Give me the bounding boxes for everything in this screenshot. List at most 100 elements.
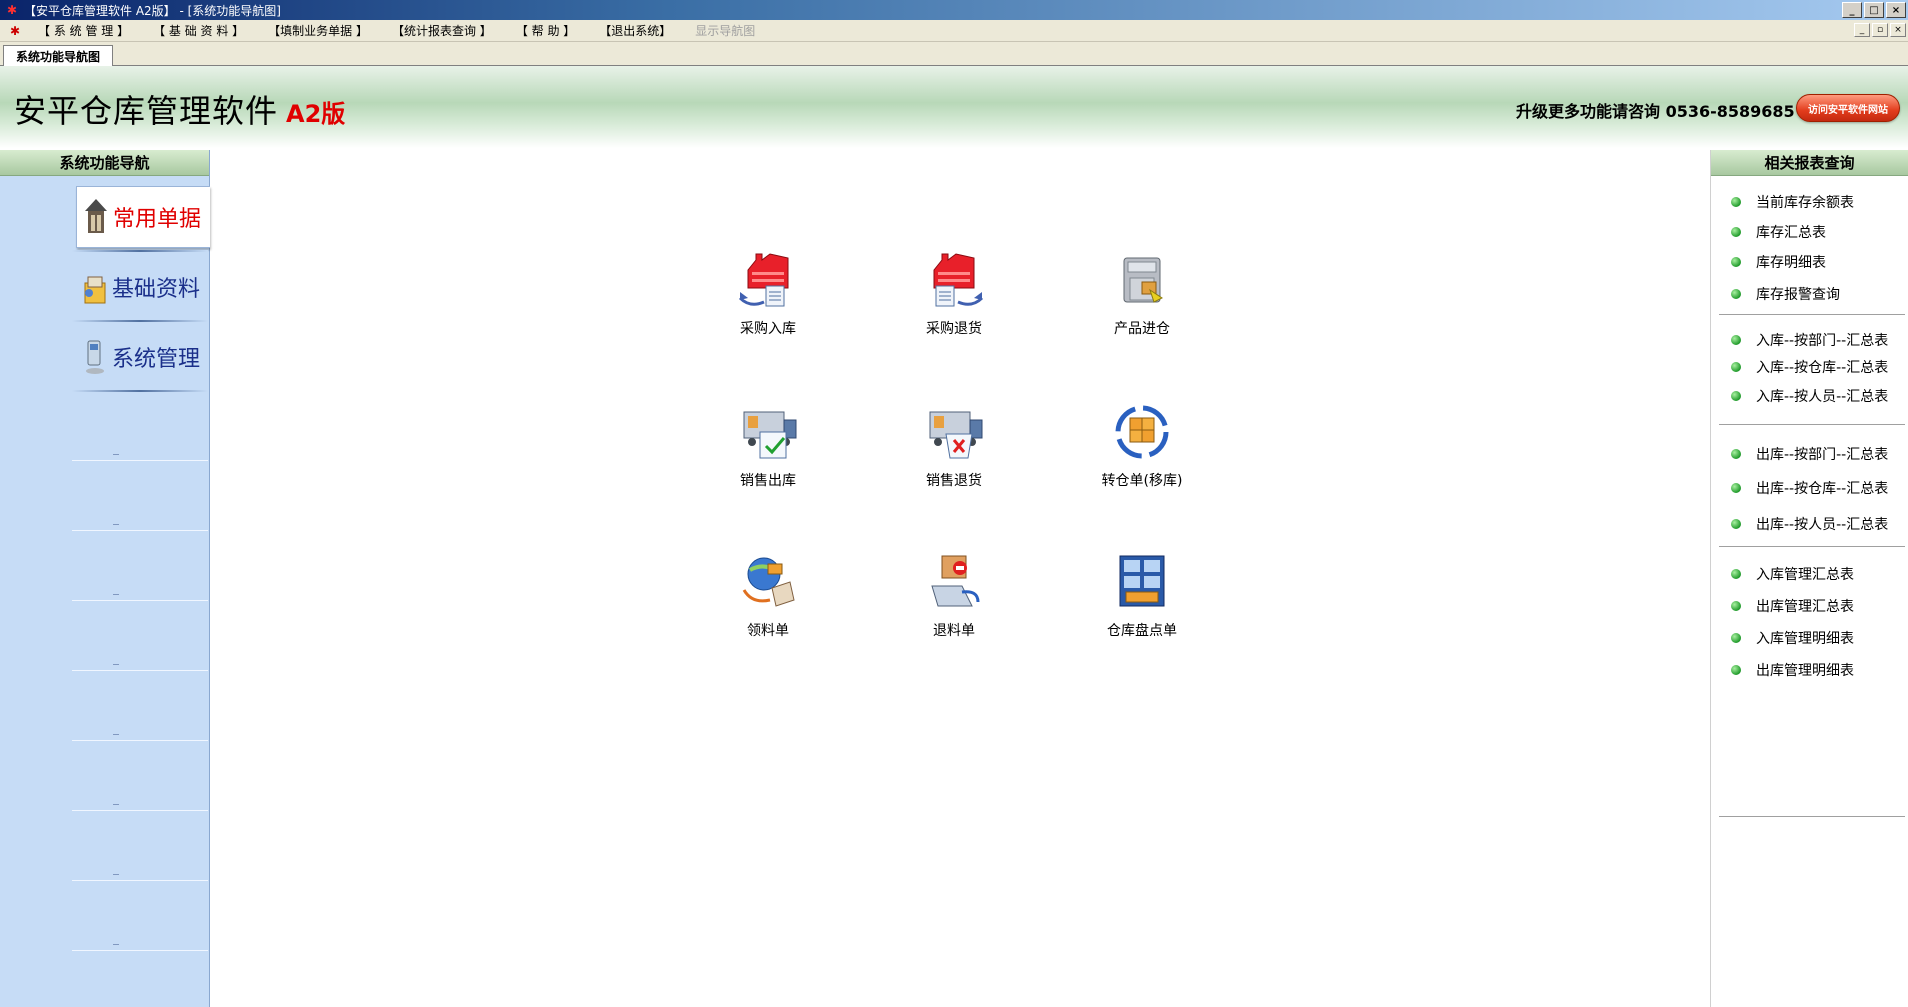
report-out-by-person[interactable]: 出库--按人员--汇总表 (1731, 514, 1888, 534)
document-menu-icon[interactable]: ✱ (4, 21, 26, 41)
nav-empty-slot (72, 600, 208, 601)
window-controls: _ □ × (1842, 2, 1906, 18)
report-stock-detail[interactable]: 库存明细表 (1731, 252, 1826, 272)
nav-item-label: 系统管理 (112, 347, 201, 372)
function-sales-out[interactable]: 销售出库 (703, 400, 833, 490)
nav-empty-slot (72, 880, 208, 881)
bullet-icon (1731, 289, 1741, 299)
nav-empty-slot (72, 950, 208, 951)
function-label: 转仓单(移库) (1101, 473, 1183, 489)
menu-help[interactable]: 【 帮 助 】 (504, 22, 587, 39)
report-label: 库存汇总表 (1756, 225, 1826, 241)
app-name: 安平仓库管理软件 (14, 92, 279, 130)
report-panel: 相关报表查询 当前库存余额表 库存汇总表 库存明细表 库存报警查询 入库--按部… (1710, 150, 1908, 1007)
material-requisition-icon (742, 557, 795, 607)
nav-slot-marker (113, 664, 119, 665)
function-label: 销售退货 (926, 473, 982, 489)
report-label: 当前库存余额表 (1756, 195, 1854, 211)
report-current-stock-balance[interactable]: 当前库存余额表 (1731, 192, 1854, 212)
computer-icon (86, 340, 104, 374)
report-out-by-warehouse[interactable]: 出库--按仓库--汇总表 (1731, 478, 1888, 498)
function-sales-return[interactable]: 销售退货 (889, 400, 1019, 490)
function-purchase-in[interactable]: 采购入库 (703, 248, 833, 338)
maximize-button[interactable]: □ (1864, 2, 1884, 18)
mdi-controls: _ ▫ × (1854, 23, 1906, 37)
report-stock-alert[interactable]: 库存报警查询 (1731, 284, 1840, 304)
report-label: 入库--按部门--汇总表 (1756, 333, 1889, 349)
menu-report-query[interactable]: 【统计报表查询 】 (380, 22, 504, 39)
function-stocktake[interactable]: 仓库盘点单 (1077, 550, 1207, 640)
purchase-return-icon (933, 253, 984, 307)
function-material-requisition[interactable]: 领料单 (703, 550, 833, 640)
mdi-close-button[interactable]: × (1890, 23, 1906, 37)
nav-divider (72, 250, 208, 252)
report-label: 入库--按仓库--汇总表 (1756, 360, 1889, 376)
visit-website-button[interactable]: 访问安平软件网站 (1796, 94, 1900, 122)
nav-slot-marker (113, 524, 119, 525)
tab-strip: 系统功能导航图 (0, 42, 1908, 66)
report-label: 出库管理明细表 (1756, 663, 1854, 679)
bullet-icon (1731, 483, 1741, 493)
function-transfer[interactable]: 转仓单(移库) (1077, 400, 1207, 490)
menu-exit[interactable]: 【退出系统】 (587, 22, 683, 39)
report-stock-summary[interactable]: 库存汇总表 (1731, 222, 1826, 242)
nav-slot-marker (113, 594, 119, 595)
upgrade-hotline: 升级更多功能请咨询 0536-8589685 (1516, 102, 1795, 121)
report-out-by-department[interactable]: 出库--按部门--汇总表 (1731, 444, 1888, 464)
nav-slot-marker (113, 734, 119, 735)
stocktake-icon (1119, 555, 1165, 607)
material-return-icon (931, 555, 980, 607)
report-in-by-department[interactable]: 入库--按部门--汇总表 (1731, 330, 1888, 350)
report-out-management-detail[interactable]: 出库管理明细表 (1731, 660, 1854, 680)
nav-slot-marker (113, 944, 119, 945)
function-label: 领料单 (747, 623, 789, 639)
report-label: 入库管理明细表 (1756, 631, 1854, 647)
nav-divider (72, 390, 208, 392)
function-product-in[interactable]: 产品进仓 (1077, 248, 1207, 338)
report-label: 入库--按人员--汇总表 (1756, 389, 1889, 405)
report-separator (1719, 816, 1905, 817)
function-label: 采购入库 (740, 321, 796, 337)
window-title: 【安平仓库管理软件 A2版】 - [系统功能导航图] (24, 3, 281, 18)
bullet-icon (1731, 449, 1741, 459)
report-in-by-person[interactable]: 入库--按人员--汇总表 (1731, 386, 1888, 406)
nav-empty-slot (72, 670, 208, 671)
nav-empty-slot (72, 810, 208, 811)
close-button[interactable]: × (1886, 2, 1906, 18)
bullet-icon (1731, 391, 1741, 401)
mdi-minimize-button[interactable]: _ (1854, 23, 1870, 37)
function-material-return[interactable]: 退料单 (889, 550, 1019, 640)
bullet-icon (1731, 362, 1741, 372)
menu-basic-data[interactable]: 【 基 础 资 料 】 (141, 22, 256, 39)
nav-item-label: 基础资料 (112, 277, 201, 302)
bullet-icon (1731, 227, 1741, 237)
function-label: 退料单 (933, 623, 975, 639)
app-version: A2版 (286, 100, 346, 128)
nav-slot-marker (113, 454, 119, 455)
report-separator (1719, 546, 1905, 547)
menu-business-documents[interactable]: 【填制业务单据 】 (256, 22, 380, 39)
nav-slot-marker (113, 874, 119, 875)
report-in-management-detail[interactable]: 入库管理明细表 (1731, 628, 1854, 648)
sales-return-icon (929, 411, 983, 459)
menu-system-management[interactable]: 【 系 统 管 理 】 (26, 22, 141, 39)
bullet-icon (1731, 633, 1741, 643)
function-purchase-return[interactable]: 采购退货 (889, 248, 1019, 338)
menu-show-navigation: 显示导航图 (695, 24, 756, 38)
report-label: 出库--按部门--汇总表 (1756, 447, 1889, 463)
report-in-management-summary[interactable]: 入库管理汇总表 (1731, 564, 1854, 584)
nav-item-common-documents[interactable]: 常用单据 (76, 186, 210, 248)
minimize-button[interactable]: _ (1842, 2, 1862, 18)
purchase-in-icon (738, 253, 789, 307)
nav-item-basic-data[interactable]: 基础资料 (76, 256, 210, 318)
mdi-restore-button[interactable]: ▫ (1872, 23, 1888, 37)
report-out-management-summary[interactable]: 出库管理汇总表 (1731, 596, 1854, 616)
report-in-by-warehouse[interactable]: 入库--按仓库--汇总表 (1731, 357, 1888, 377)
documents-icon (85, 199, 107, 233)
tab-navigation-map[interactable]: 系统功能导航图 (3, 45, 114, 66)
report-label: 出库--按人员--汇总表 (1756, 517, 1889, 533)
nav-empty-slot (72, 530, 208, 531)
nav-item-system-management[interactable]: 系统管理 (76, 326, 210, 388)
basic-data-icon (84, 276, 106, 304)
function-label: 销售出库 (740, 473, 796, 489)
